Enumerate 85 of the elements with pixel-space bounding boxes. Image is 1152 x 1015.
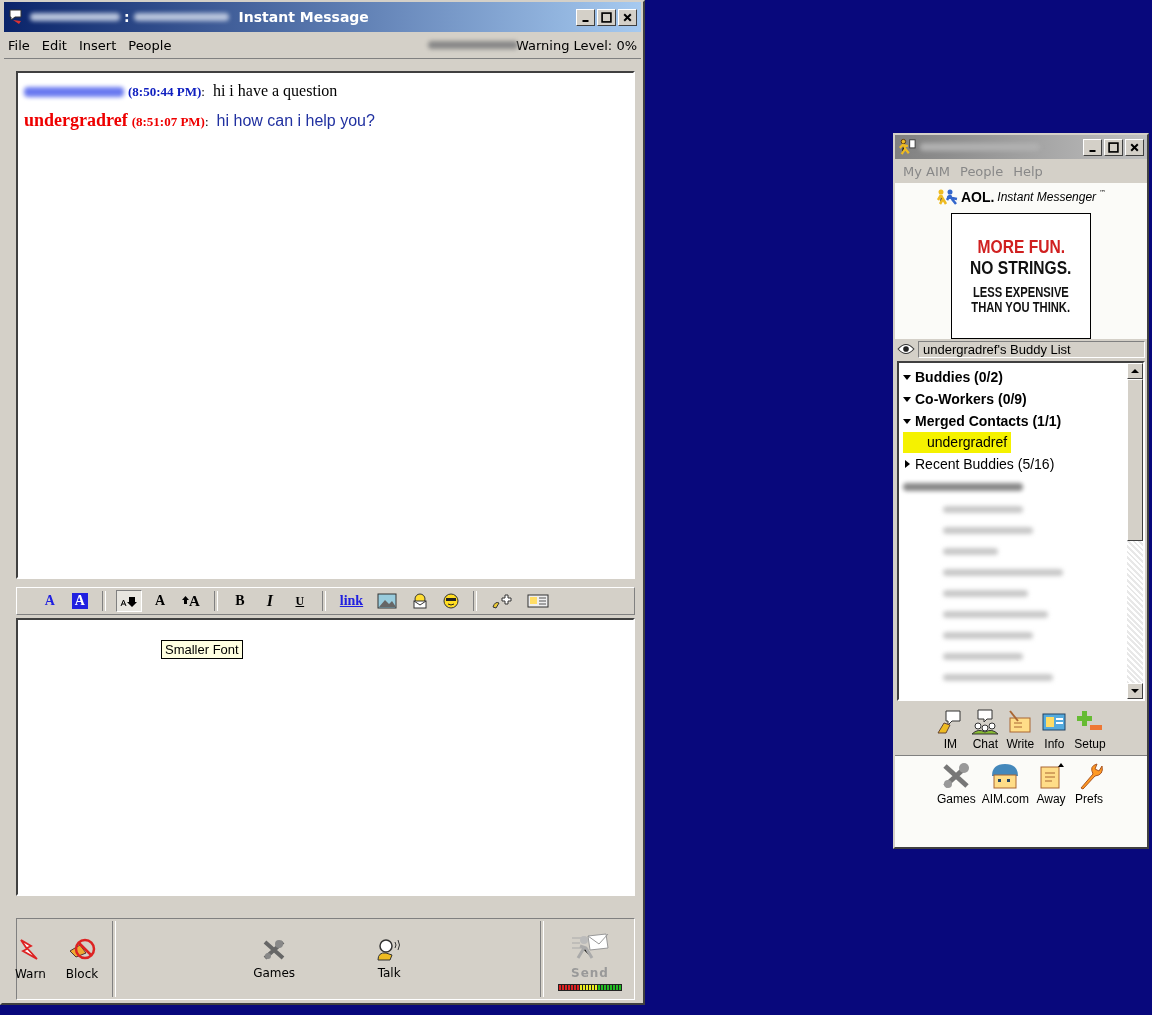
warning-level: Warning Level: 0% (515, 37, 637, 53)
write-button[interactable]: Write (1003, 709, 1038, 751)
buddy-group[interactable]: Buddies (0/2) (903, 366, 1003, 388)
card-icon (527, 593, 550, 609)
minimize-icon (1089, 149, 1096, 152)
back-color-button[interactable]: A (67, 590, 92, 612)
title-separator: : (124, 9, 130, 25)
bold-button[interactable]: B (227, 590, 252, 612)
expand-triangle-icon[interactable] (903, 460, 911, 468)
minimize-button[interactable] (576, 8, 595, 26)
advertisement[interactable]: MORE FUN. NO STRINGS. LESS EXPENSIVE THAN YOU THINK. (951, 213, 1091, 339)
setup-button[interactable]: Setup (1071, 709, 1109, 751)
ad-text: LESS EXPENSIVE (973, 284, 1069, 300)
menu-item[interactable]: Insert (78, 37, 117, 53)
buddy-list-title: undergradref's Buddy List (918, 340, 1145, 358)
collapse-triangle-icon[interactable] (903, 373, 911, 381)
maximize-button[interactable] (597, 8, 616, 26)
down-arrow-icon (1131, 688, 1139, 694)
games-button[interactable]: Games (243, 919, 306, 999)
minimize-button[interactable] (1083, 138, 1102, 156)
up-arrow-icon (1131, 368, 1139, 374)
buddy-group[interactable]: Merged Contacts (1/1) (903, 410, 1062, 432)
info-button[interactable]: Info (1037, 709, 1072, 751)
ad-headline: NO STRINGS. (970, 257, 1072, 279)
buddy-group[interactable]: Recent Buddies (5/16) (903, 453, 1055, 475)
collapse-triangle-icon[interactable] (903, 395, 911, 403)
scroll-thumb[interactable] (1127, 379, 1143, 541)
smaller-font-icon (119, 595, 138, 607)
smiley-icon (443, 593, 460, 609)
scroll-up-button[interactable] (1127, 363, 1143, 379)
envelope-icon (411, 593, 430, 609)
menu-item[interactable]: Edit (41, 37, 67, 53)
smaller-button[interactable] (115, 590, 142, 612)
minimize-icon (582, 19, 589, 22)
menu-item[interactable]: File (8, 37, 30, 53)
running-man-icon (935, 189, 958, 205)
tooltip: Smaller Font (161, 640, 243, 659)
group-chat-icon (970, 709, 1001, 735)
underline-button[interactable]: U (287, 590, 312, 612)
redacted-name (943, 548, 998, 555)
larger-button[interactable]: A (177, 590, 204, 612)
ad-headline: MORE FUN. (977, 236, 1065, 258)
close-button[interactable] (1125, 138, 1144, 156)
maximize-icon (1107, 141, 1120, 153)
image-icon (377, 593, 398, 609)
running-man-icon (898, 138, 916, 156)
link-button[interactable]: link (335, 590, 368, 612)
close-icon (621, 11, 634, 23)
add-person-icon (491, 593, 514, 609)
eye-icon[interactable] (897, 341, 915, 357)
ad-text: THAN YOU THINK. (971, 299, 1071, 316)
warn-button[interactable]: Warn (5, 919, 56, 999)
scroll-down-button[interactable] (1127, 683, 1143, 699)
chat-button[interactable]: Chat (967, 709, 1004, 751)
warning-meter (558, 983, 622, 991)
games-button[interactable]: Games (934, 762, 979, 806)
message-colon: : (201, 84, 205, 99)
message-text: hi how can i help you? (216, 112, 375, 129)
im-button[interactable]: IM (933, 709, 968, 751)
logo-brand: AOL. (960, 189, 995, 205)
collapse-triangle-icon[interactable] (903, 417, 911, 425)
window-title: Instant Message (238, 9, 369, 25)
talk-button[interactable]: Talk (365, 919, 414, 999)
buddy-item[interactable]: undergradref (903, 432, 1012, 453)
logo-product: Instant Messenger (997, 190, 1097, 204)
close-icon (1128, 141, 1141, 153)
sender-name: undergradref (24, 110, 128, 130)
normal-button[interactable]: A (147, 590, 172, 612)
prefs-button[interactable]: Prefs (1070, 762, 1108, 806)
text-color-button[interactable]: A (37, 590, 62, 612)
menu-item[interactable]: People (128, 37, 172, 53)
maximize-icon (600, 11, 613, 23)
message-colon: : (204, 114, 209, 129)
scrollbar[interactable] (1127, 363, 1143, 699)
italic-button[interactable]: I (257, 590, 282, 612)
message-input[interactable]: Smaller Font (16, 618, 635, 896)
message-time: (8:51:07 PM) (131, 114, 205, 129)
buddy-group[interactable]: Co-Workers (0/9) (903, 388, 1027, 410)
block-button[interactable]: Block (55, 919, 109, 999)
aim-button[interactable]: AIM.com (978, 762, 1032, 806)
maximize-button[interactable] (1104, 138, 1123, 156)
message-text: hi i have a question (212, 82, 338, 99)
away-button[interactable]: Away (1032, 762, 1070, 806)
close-button[interactable] (618, 8, 637, 26)
up-arrow-icon (181, 596, 189, 606)
